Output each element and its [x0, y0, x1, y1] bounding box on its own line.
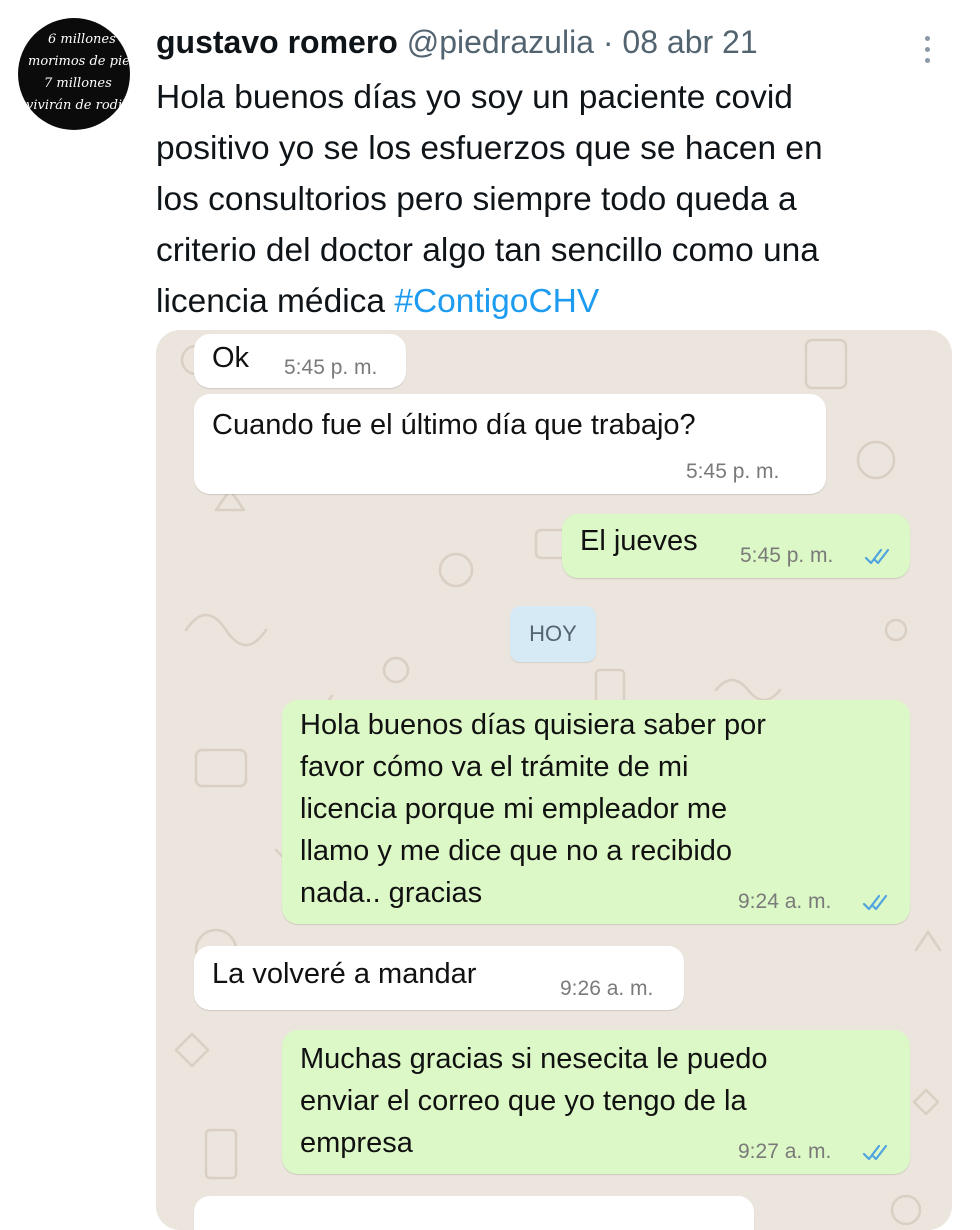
- more-options-icon[interactable]: [920, 36, 934, 70]
- avatar-text-line: 7 millones: [44, 76, 112, 91]
- tweet-text: Hola buenos días yo soy un paciente covi…: [156, 72, 956, 327]
- message-timestamp: 5:45 p. m.: [740, 544, 834, 567]
- header-separator: ·: [602, 24, 614, 60]
- author-handle[interactable]: @piedrazulia: [407, 24, 594, 60]
- message-text-line: empresa: [300, 1127, 413, 1159]
- avatar-text-line: 6 millones: [48, 32, 116, 47]
- read-receipt-icon: [864, 548, 890, 565]
- chat-message-incoming[interactable]: Cuando fue el último día que trabajo? 5:…: [194, 394, 826, 494]
- message-text-line: enviar el correo que yo tengo de la: [300, 1085, 747, 1117]
- message-text-line: favor cómo va el trámite de mi: [300, 751, 689, 783]
- date-separator: HOY: [510, 606, 596, 662]
- chat-message-outgoing[interactable]: El jueves 5:45 p. m.: [562, 514, 910, 578]
- message-text: El jueves: [580, 525, 698, 557]
- chat-message-incoming[interactable]: La volveré a mandar 9:26 a. m.: [194, 946, 684, 1010]
- read-receipt-icon: [862, 894, 888, 911]
- message-text-line: Hola buenos días quisiera saber por: [300, 709, 766, 741]
- avatar[interactable]: 6 millones morimos de pie, pero 7 millon…: [18, 18, 130, 130]
- message-timestamp: 5:45 p. m.: [686, 460, 780, 483]
- tweet-text-line: positivo yo se los esfuerzos que se hace…: [156, 130, 823, 167]
- tweet-text-line: Hola buenos días yo soy un paciente covi…: [156, 79, 793, 116]
- tweet-text-line-last: licencia médica #ContigoCHV: [156, 276, 956, 327]
- tweet-date[interactable]: 08 abr 21: [622, 24, 757, 60]
- tweet-text-line: los consultorios pero siempre todo queda…: [156, 181, 797, 218]
- message-text-line: Muchas gracias si nesecita le puedo: [300, 1043, 768, 1075]
- chat-message-incoming[interactable]: Ok 5:45 p. m.: [194, 334, 406, 388]
- message-text: La volveré a mandar: [212, 958, 477, 990]
- message-timestamp: 9:27 a. m.: [738, 1140, 832, 1163]
- tweet-media-image[interactable]: Ok 5:45 p. m. Cuando fue el último día q…: [156, 330, 952, 1230]
- tweet-text-line: criterio del doctor algo tan sencillo co…: [156, 232, 819, 269]
- author-name[interactable]: gustavo romero: [156, 24, 398, 60]
- chat-message-outgoing[interactable]: Muchas gracias si nesecita le puedo envi…: [282, 1030, 910, 1174]
- chat-message-incoming-partial[interactable]: [194, 1196, 754, 1230]
- avatar-text-line: morimos de pie, pero: [28, 54, 130, 69]
- hashtag-link[interactable]: #ContigoCHV: [394, 283, 599, 320]
- message-text-line: licencia porque mi empleador me: [300, 793, 728, 825]
- tweet-header: gustavo romero @piedrazulia · 08 abr 21: [156, 20, 758, 64]
- message-timestamp: 9:26 a. m.: [560, 977, 654, 1000]
- tweet-text-fragment: licencia médica: [156, 283, 386, 320]
- message-text: Ok: [212, 342, 250, 374]
- chat-message-outgoing[interactable]: Hola buenos días quisiera saber por favo…: [282, 700, 910, 924]
- read-receipt-icon: [862, 1144, 888, 1161]
- message-text-line: llamo y me dice que no a recibido: [300, 835, 733, 867]
- message-text-line: nada.. gracias: [300, 877, 483, 909]
- message-timestamp: 9:24 a. m.: [738, 890, 832, 913]
- message-text: Cuando fue el último día que trabajo?: [212, 409, 696, 441]
- message-timestamp: 5:45 p. m.: [284, 356, 378, 379]
- avatar-text-line: vivirán de rodilla: [26, 98, 130, 113]
